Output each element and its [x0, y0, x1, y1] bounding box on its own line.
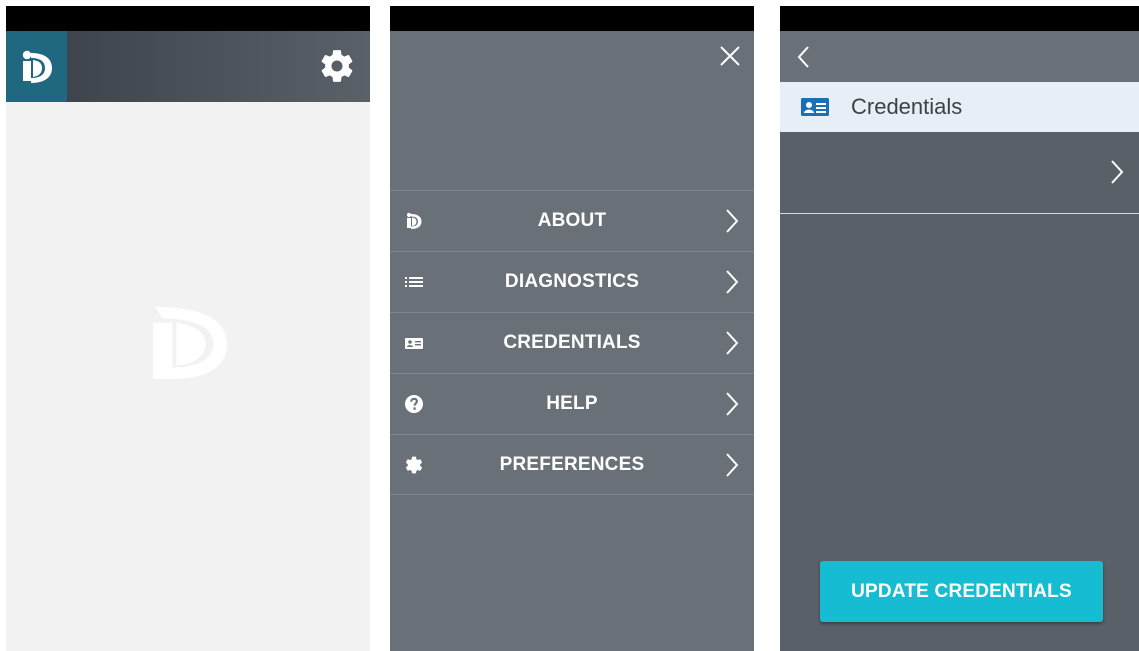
home-screen [6, 6, 370, 651]
menu-item-label: DIAGNOSTICS [504, 271, 640, 292]
back-chevron-icon[interactable] [794, 44, 812, 70]
chevron-right-icon [726, 331, 739, 355]
menu-item-label: PREFERENCES [499, 454, 645, 475]
credentials-screen: Credentials UPDATE CREDENTIALS [780, 6, 1139, 651]
menu-item-credentials[interactable]: CREDENTIALS [390, 312, 754, 373]
chevron-right-icon [726, 453, 739, 477]
credential-row[interactable] [780, 132, 1139, 214]
menu-item-help[interactable]: HELP [390, 373, 754, 434]
update-credentials-button[interactable]: UPDATE CREDENTIALS [820, 561, 1103, 622]
chevron-right-icon [726, 270, 739, 294]
menu-item-label: HELP [546, 393, 598, 414]
close-icon[interactable] [718, 44, 742, 68]
menu-item-about[interactable]: ABOUT [390, 190, 754, 251]
menu-item-label: CREDENTIALS [503, 332, 641, 353]
id-logo-icon [22, 50, 52, 83]
menu-item-preferences[interactable]: PREFERENCES [390, 434, 754, 495]
settings-menu: ABOUT DIAGNOSTICS CREDENTIALS HELP PREFE… [390, 190, 754, 495]
nav-bar [780, 31, 1139, 82]
menu-item-label: ABOUT [537, 210, 607, 231]
section-title: Credentials [851, 94, 963, 119]
status-bar [390, 6, 754, 31]
gear-icon[interactable] [318, 47, 356, 85]
menu-screen: ABOUT DIAGNOSTICS CREDENTIALS HELP PREFE… [390, 6, 754, 651]
app-logo-button[interactable] [6, 31, 67, 102]
section-header: Credentials [780, 82, 1139, 132]
id-card-icon [801, 98, 829, 116]
app-header [6, 31, 370, 102]
chevron-right-icon [726, 392, 739, 416]
status-bar [6, 6, 370, 31]
status-bar [780, 6, 1139, 31]
chevron-right-icon [1111, 160, 1124, 184]
chevron-right-icon [726, 209, 739, 233]
splash-logo-icon [152, 306, 228, 380]
menu-item-diagnostics[interactable]: DIAGNOSTICS [390, 251, 754, 312]
